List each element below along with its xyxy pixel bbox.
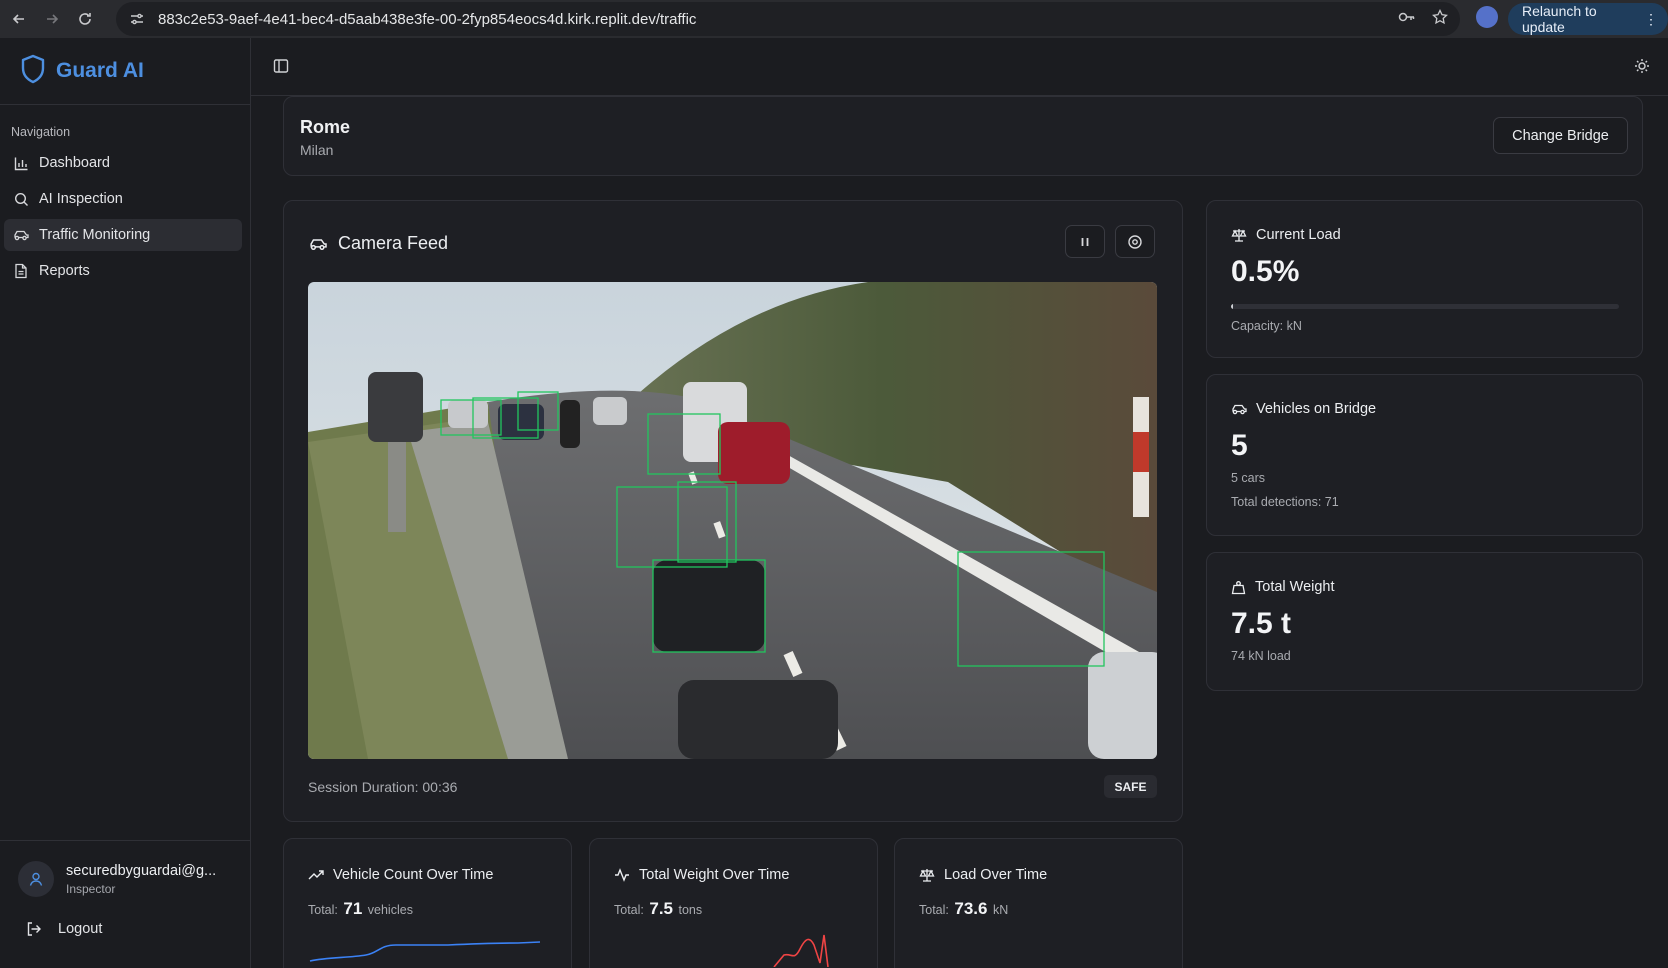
sidebar-item-reports[interactable]: Reports <box>4 255 242 287</box>
bar-chart-icon <box>12 156 30 171</box>
password-key-icon[interactable] <box>1398 10 1416 29</box>
load-progress-bar <box>1231 304 1619 309</box>
user-role: Inspector <box>66 881 116 896</box>
shield-icon <box>20 54 46 89</box>
scale-icon <box>919 867 935 883</box>
total-value: 7.5 <box>649 899 674 918</box>
address-bar[interactable]: 883c2e53-9aef-4e41-bec4-d5aab438e3fe-00-… <box>116 2 1460 36</box>
top-bar <box>251 38 1668 96</box>
camera-feed-label: Camera Feed <box>338 233 449 253</box>
chart-title: Load Over Time <box>944 867 1048 883</box>
total-value: 71 <box>343 899 363 918</box>
vehicles-title: Vehicles on Bridge <box>1256 401 1377 417</box>
sidebar-item-label: AI Inspection <box>39 191 123 207</box>
logout-label: Logout <box>58 921 103 937</box>
bridge-card: Rome Milan Change Bridge <box>283 96 1643 176</box>
pause-icon <box>1081 237 1089 246</box>
logout-button[interactable]: Logout <box>26 921 250 937</box>
change-bridge-button[interactable]: Change Bridge <box>1493 117 1628 154</box>
sidebar-item-label: Dashboard <box>39 155 110 171</box>
vehicles-card: Vehicles on Bridge 5 5 cars Total detect… <box>1206 374 1643 536</box>
total-prefix: Total: <box>308 903 338 917</box>
total-prefix: Total: <box>614 903 644 917</box>
sidebar-item-label: Traffic Monitoring <box>39 227 151 243</box>
relaunch-label: Relaunch to update <box>1522 3 1597 35</box>
sidebar-item-traffic-monitoring[interactable]: Traffic Monitoring <box>4 219 242 251</box>
activity-icon <box>614 868 630 882</box>
weight-icon <box>1231 580 1246 595</box>
brand-name: Guard AI <box>56 59 144 82</box>
record-button[interactable] <box>1115 225 1155 258</box>
total-value: 73.6 <box>954 899 988 918</box>
total-weight-kn: 74 kN load <box>1231 649 1291 663</box>
search-icon <box>12 192 30 207</box>
vehicle-count-chart-card: Vehicle Count Over Time Total: 71 vehicl… <box>283 838 572 968</box>
total-weight-sparkline <box>773 934 829 967</box>
sidebar-item-ai-inspection[interactable]: AI Inspection <box>4 183 242 215</box>
user-profile[interactable]: securedbyguardai@g... Inspector <box>18 861 250 897</box>
chart-total: Total: 73.6 kN <box>919 899 1008 919</box>
sidebar-item-dashboard[interactable]: Dashboard <box>4 147 242 179</box>
sidebar-footer: securedbyguardai@g... Inspector Logout <box>0 840 250 937</box>
back-icon[interactable] <box>4 4 34 34</box>
current-load-title: Current Load <box>1256 227 1341 243</box>
status-badge: SAFE <box>1104 775 1157 798</box>
reload-icon[interactable] <box>70 4 100 34</box>
forward-icon[interactable] <box>37 4 67 34</box>
car-icon <box>308 236 328 252</box>
logout-icon <box>26 921 42 937</box>
trending-up-icon <box>308 869 324 881</box>
total-unit: kN <box>992 903 1009 917</box>
record-icon <box>1128 234 1142 249</box>
camera-feed-image <box>308 282 1157 759</box>
site-settings-icon[interactable] <box>122 11 152 27</box>
profile-avatar[interactable] <box>1476 6 1498 28</box>
user-email: securedbyguardai@g... <box>66 862 217 879</box>
bookmark-star-icon[interactable] <box>1432 8 1448 30</box>
relaunch-button[interactable]: Relaunch to update ⋮ <box>1508 3 1668 35</box>
total-detections: Total detections: 71 <box>1231 495 1339 509</box>
total-prefix: Total: <box>919 903 949 917</box>
bridge-name: Rome <box>300 117 351 137</box>
user-avatar-icon <box>18 861 54 897</box>
total-weight-card: Total Weight 7.5 t 74 kN load <box>1206 552 1643 691</box>
nav-list: Dashboard AI Inspection Traffic Monitori… <box>0 147 250 287</box>
sidebar-item-label: Reports <box>39 263 90 279</box>
sidebar: Guard AI Navigation Dashboard AI Inspect… <box>0 38 251 968</box>
current-load-card: Current Load 0.5% Capacity: kN <box>1206 200 1643 358</box>
vehicles-value: 5 <box>1231 429 1248 462</box>
url-text[interactable]: 883c2e53-9aef-4e41-bec4-d5aab438e3fe-00-… <box>158 11 696 28</box>
pause-button[interactable] <box>1065 225 1105 258</box>
camera-feed-title: Camera Feed <box>308 233 448 254</box>
load-progress-fill <box>1231 304 1234 309</box>
total-weight-value: 7.5 t <box>1231 607 1292 640</box>
current-load-value: 0.5% <box>1231 255 1300 288</box>
file-text-icon <box>12 263 30 279</box>
session-duration: Session Duration: 00:36 <box>308 779 458 795</box>
capacity-label: Capacity: kN <box>1231 319 1302 333</box>
brand[interactable]: Guard AI <box>0 38 250 105</box>
car-icon <box>1231 402 1247 416</box>
sun-icon[interactable] <box>1634 58 1650 79</box>
vehicle-count-sparkline <box>309 941 541 962</box>
chart-total: Total: 7.5 tons <box>614 899 702 919</box>
car-icon <box>12 228 30 242</box>
load-chart-card: Load Over Time Total: 73.6 kN <box>894 838 1183 968</box>
more-vertical-icon: ⋮ <box>1644 11 1658 27</box>
sidebar-toggle-icon[interactable] <box>273 58 289 79</box>
chart-total: Total: 71 vehicles <box>308 899 413 919</box>
chart-title: Total Weight Over Time <box>639 867 790 883</box>
browser-toolbar: 883c2e53-9aef-4e41-bec4-d5aab438e3fe-00-… <box>0 0 1668 38</box>
vehicles-cars: 5 cars <box>1231 471 1266 485</box>
total-weight-chart-card: Total Weight Over Time Total: 7.5 tons <box>589 838 878 968</box>
total-unit: vehicles <box>367 903 413 917</box>
nav-heading: Navigation <box>11 125 71 139</box>
chart-title: Vehicle Count Over Time <box>333 867 494 883</box>
camera-feed-card: Camera Feed Session Duration: 00:36 SAFE <box>283 200 1183 822</box>
scale-icon <box>1231 227 1247 243</box>
total-weight-title: Total Weight <box>1255 579 1335 595</box>
total-unit: tons <box>678 903 703 917</box>
bridge-city: Milan <box>300 142 334 158</box>
